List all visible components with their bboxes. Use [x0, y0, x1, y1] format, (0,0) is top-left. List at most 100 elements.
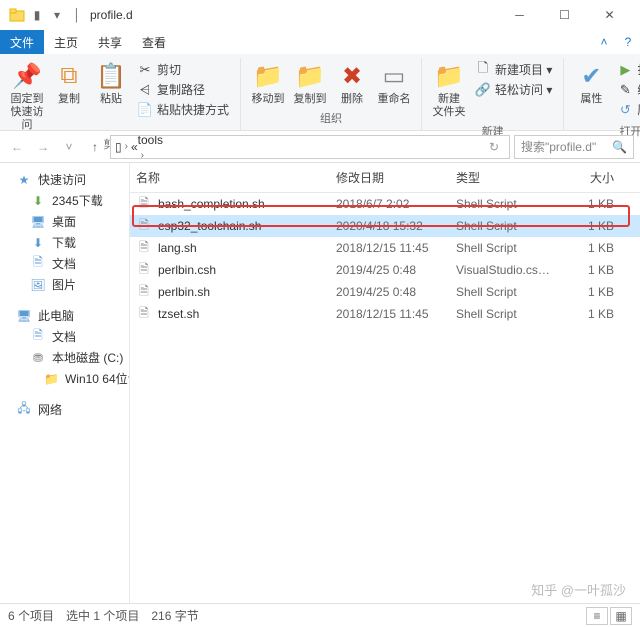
file-name: perlbin.sh: [158, 285, 210, 299]
view-details-button[interactable]: ≡: [586, 607, 608, 625]
qat-sep: │: [68, 6, 86, 24]
file-row[interactable]: 🗎perlbin.csh 2019/4/25 0:48 VisualStudio…: [130, 259, 640, 281]
file-row[interactable]: 🗎perlbin.sh 2019/4/25 0:48 Shell Script …: [130, 281, 640, 303]
tab-share[interactable]: 共享: [88, 30, 132, 54]
tab-home[interactable]: 主页: [44, 30, 88, 54]
file-type: Shell Script: [450, 196, 560, 212]
sidebar-downloads[interactable]: ⬇下载: [0, 232, 129, 253]
crumb-tools[interactable]: tools: [138, 135, 189, 147]
sidebar-quickaccess[interactable]: ★快速访问: [0, 169, 129, 190]
pin-button[interactable]: 📌固定到 快速访问: [6, 58, 48, 134]
rename-button[interactable]: ▭重命名: [373, 58, 415, 108]
sidebar-localdisk[interactable]: ⛃本地磁盘 (C:): [0, 347, 129, 368]
column-headers: 名称 修改日期 类型 大小: [130, 163, 640, 193]
status-count: 6 个项目: [8, 607, 54, 624]
col-date[interactable]: 修改日期: [330, 167, 450, 188]
file-icon: 🗎: [136, 284, 152, 300]
file-name: esp32_toolchain.sh: [158, 219, 261, 233]
file-date: 2019/4/25 0:48: [330, 284, 450, 300]
search-icon: 🔍: [612, 140, 627, 154]
qat-btn[interactable]: ▮: [28, 6, 46, 24]
sidebar-2345[interactable]: ⬇2345下载: [0, 190, 129, 211]
titlebar: ▮ ▾ │ profile.d ─ ☐ ✕: [0, 0, 640, 30]
copy-button[interactable]: ⧉复制: [48, 58, 90, 108]
newitem-button[interactable]: 🗋新建项目 ▾: [472, 60, 555, 79]
col-size[interactable]: 大小: [560, 167, 620, 188]
file-type: Shell Script: [450, 218, 560, 234]
ribbon-group-clipboard: 📌固定到 快速访问 ⧉复制 📋粘贴 ✂剪切 ⩤复制路径 📄粘贴快捷方式 剪贴板: [0, 58, 241, 130]
path-root-icon[interactable]: ▯: [115, 140, 122, 154]
copypath-button[interactable]: ⩤复制路径: [134, 80, 232, 99]
file-list: 🗎 bash_completion.sh 2018/6/7 2:02 Shell …: [130, 193, 640, 325]
back-button[interactable]: ←: [6, 136, 28, 158]
qat-dropdown[interactable]: ▾: [48, 6, 66, 24]
file-type: Shell Script: [450, 240, 560, 256]
file-row[interactable]: 🗎esp32_toolchain.sh 2020/4/18 15:32 Shel…: [130, 215, 640, 237]
minimize-button[interactable]: ─: [497, 0, 542, 30]
status-bytes: 216 字节: [151, 607, 198, 624]
pasteshortcut-button[interactable]: 📄粘贴快捷方式: [134, 100, 232, 119]
sidebar-documents2[interactable]: 🗎文档: [0, 326, 129, 347]
file-row[interactable]: 🗎lang.sh 2018/12/15 11:45 Shell Script 1…: [130, 237, 640, 259]
file-date: 2019/4/25 0:48: [330, 262, 450, 278]
close-button[interactable]: ✕: [587, 0, 632, 30]
forward-button[interactable]: →: [32, 136, 54, 158]
easyaccess-button[interactable]: 🔗轻松访问 ▾: [472, 80, 555, 99]
group-label-organize: 组织: [320, 108, 342, 129]
file-size: 1 KB: [560, 196, 620, 212]
status-bar: 6 个项目 选中 1 个项目 216 字节 ≡ ▦: [0, 603, 640, 627]
sidebar-documents[interactable]: 🗎文档: [0, 253, 129, 274]
sidebar: ★快速访问 ⬇2345下载 🖥桌面 ⬇下载 🗎文档 🖼图片 🖥此电脑 🗎文档 ⛃…: [0, 163, 130, 603]
cut-button[interactable]: ✂剪切: [134, 60, 232, 79]
moveto-button[interactable]: 📁移动到: [247, 58, 289, 108]
sidebar-pictures[interactable]: 🖼图片: [0, 274, 129, 295]
up-button[interactable]: ↑: [84, 136, 106, 158]
search-input[interactable]: 搜索"profile.d" 🔍: [514, 135, 634, 159]
ribbon-group-organize: 📁移动到 📁复制到 ✖删除 ▭重命名 组织: [241, 58, 422, 130]
edit-button[interactable]: ✎编辑: [614, 80, 640, 99]
file-size: 1 KB: [560, 262, 620, 278]
file-icon: 🗎: [136, 196, 152, 212]
explorer-body: ★快速访问 ⬇2345下载 🖥桌面 ⬇下载 🗎文档 🖼图片 🖥此电脑 🗎文档 ⛃…: [0, 163, 640, 603]
view-icons-button[interactable]: ▦: [610, 607, 632, 625]
file-type: VisualStudio.csh...: [450, 262, 560, 278]
tab-file[interactable]: 文件: [0, 30, 44, 54]
col-type[interactable]: 类型: [450, 167, 560, 188]
sidebar-thispc[interactable]: 🖥此电脑: [0, 305, 129, 326]
help-icon[interactable]: ?: [616, 30, 640, 54]
sidebar-win10[interactable]: 📁Win10 64位专: [0, 368, 129, 389]
refresh-icon[interactable]: ↻: [483, 136, 505, 158]
file-date: 2020/4/18 15:32: [330, 218, 450, 234]
chevron-icon[interactable]: ›: [138, 150, 147, 159]
maximize-button[interactable]: ☐: [542, 0, 587, 30]
sidebar-network[interactable]: 🖧网络: [0, 399, 129, 420]
paste-button[interactable]: 📋粘贴: [90, 58, 132, 108]
crumb-overflow[interactable]: «: [131, 140, 138, 154]
open-button[interactable]: ▶打开 ▾: [614, 60, 640, 79]
properties-button[interactable]: ✔属性: [570, 58, 612, 108]
file-row[interactable]: 🗎 bash_completion.sh 2018/6/7 2:02 Shell …: [130, 193, 640, 215]
address-bar: ← → ˅ ↑ ▯ › « study›MCU›ESP8266›tools›ms…: [0, 131, 640, 163]
chevron-icon[interactable]: ›: [122, 141, 131, 152]
history-button[interactable]: ↺历史记录: [614, 100, 640, 119]
sidebar-desktop[interactable]: 🖥桌面: [0, 211, 129, 232]
file-row[interactable]: 🗎tzset.sh 2018/12/15 11:45 Shell Script …: [130, 303, 640, 325]
ribbon-group-open: ✔属性 ▶打开 ▾ ✎编辑 ↺历史记录 打开: [564, 58, 640, 130]
copyto-button[interactable]: 📁复制到: [289, 58, 331, 108]
file-size: 1 KB: [560, 218, 620, 234]
tab-view[interactable]: 查看: [132, 30, 176, 54]
file-date: 2018/6/7 2:02: [330, 196, 450, 212]
newfolder-button[interactable]: 📁新建 文件夹: [428, 58, 470, 121]
recent-button[interactable]: ˅: [58, 136, 80, 158]
status-selected: 选中 1 个项目: [66, 607, 139, 624]
breadcrumb-path[interactable]: ▯ › « study›MCU›ESP8266›tools›msys32›etc…: [110, 135, 510, 159]
file-type: Shell Script: [450, 284, 560, 300]
file-date: 2018/12/15 11:45: [330, 306, 450, 322]
file-pane: 名称 修改日期 类型 大小 🗎 bash_completion.sh 2018/6…: [130, 163, 640, 603]
delete-button[interactable]: ✖删除: [331, 58, 373, 108]
file-name: bash_completion.sh: [158, 197, 265, 211]
file-icon: 🗎: [136, 306, 152, 322]
ribbon-collapse-icon[interactable]: ˄: [592, 30, 616, 54]
col-name[interactable]: 名称: [130, 167, 330, 188]
file-name: tzset.sh: [158, 307, 199, 321]
